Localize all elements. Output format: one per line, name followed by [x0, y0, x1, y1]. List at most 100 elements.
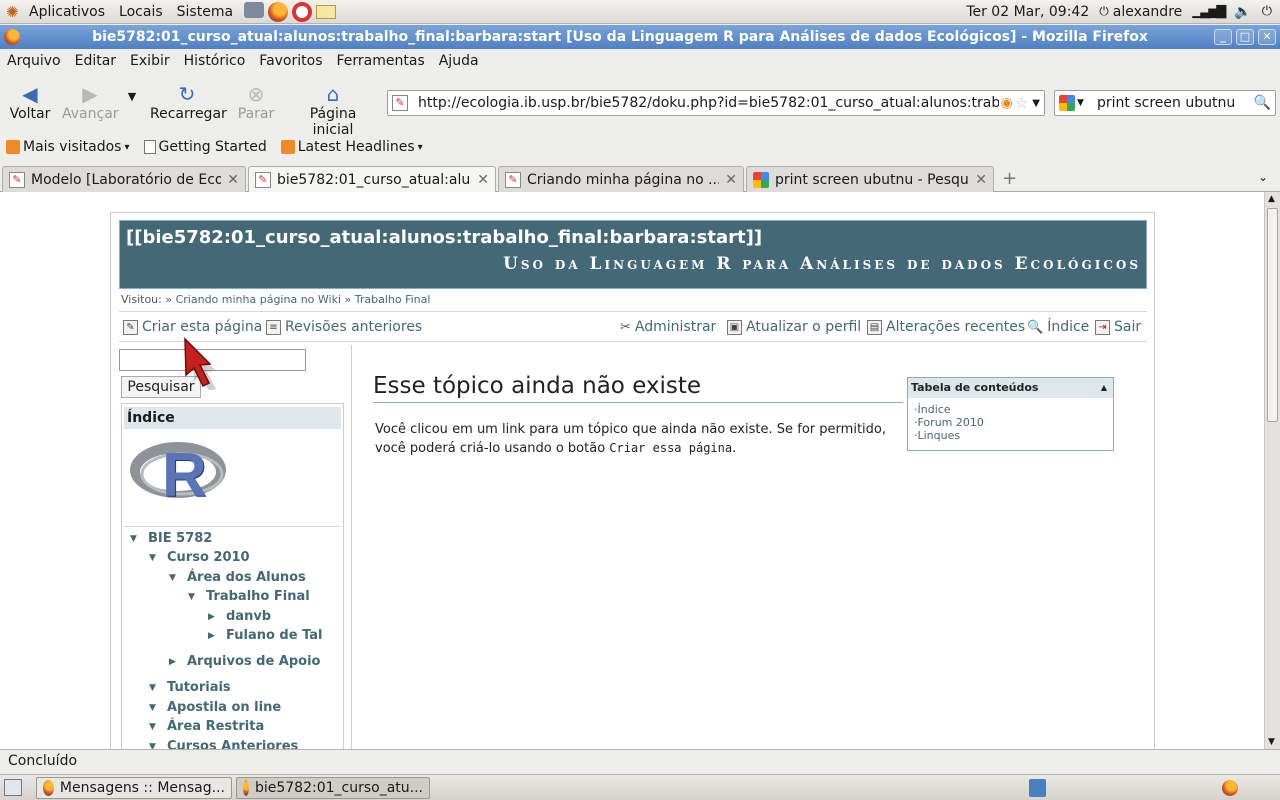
scroll-up-icon[interactable]: ▲: [1268, 194, 1275, 204]
close-tab-icon[interactable]: ✕: [975, 172, 987, 188]
toc-item[interactable]: ·Linques: [914, 429, 1113, 442]
forward-button[interactable]: ▶ Avançar: [62, 82, 119, 122]
menu-bookmarks[interactable]: Favoritos: [252, 53, 329, 69]
toc-link[interactable]: Linques: [918, 429, 961, 442]
tab-bie5782-active[interactable]: ✎ bie5782:01_curso_atual:alu... ✕: [248, 166, 496, 193]
collapse-triangle-icon[interactable]: ▲: [1101, 378, 1107, 398]
menu-applications[interactable]: Aplicativos: [22, 4, 112, 20]
url-text[interactable]: http://ecologia.ib.usp.br/bie5782/doku.p…: [418, 95, 999, 111]
bookmark-most-visited[interactable]: Mais visitados ▾: [0, 139, 138, 155]
site-title[interactable]: Uso da Linguagem R para Análises de dado…: [503, 254, 1141, 274]
scroll-down-icon[interactable]: ▼: [1268, 737, 1275, 747]
tree-item-arquivos-apoio[interactable]: ▶ Arquivos de Apoio: [169, 654, 321, 669]
mouse-cursor-icon: [184, 337, 216, 390]
new-tab-plus-icon[interactable]: +: [1002, 168, 1017, 189]
power-status-icon[interactable]: ⏻: [1262, 4, 1272, 19]
breadcrumb-separator: »: [165, 293, 176, 306]
toc-link[interactable]: Índice: [918, 403, 951, 416]
minimize-button[interactable]: _: [1214, 29, 1232, 45]
tab-list-chevron-down-icon[interactable]: ⌄: [1258, 170, 1268, 184]
menu-places[interactable]: Locais: [112, 4, 170, 20]
task-mensagens[interactable]: Mensagens :: Mensag...: [36, 777, 232, 799]
close-tab-icon[interactable]: ✕: [477, 172, 489, 188]
menu-system[interactable]: Sistema: [170, 4, 240, 20]
bookmark-getting-started[interactable]: Getting Started: [138, 139, 275, 155]
scroll-thumb[interactable]: [1267, 208, 1278, 422]
mail-launcher-icon[interactable]: [316, 4, 337, 19]
caret-down-icon: ▼: [149, 682, 156, 693]
toc-item[interactable]: ·Forum 2010: [914, 416, 1113, 429]
tree-item-fulano[interactable]: ▶ Fulano de Tal: [208, 628, 323, 643]
close-window-button[interactable]: ✕: [1258, 29, 1276, 45]
close-tab-icon[interactable]: ✕: [227, 172, 239, 188]
tree-item-trabalho-final[interactable]: ▼ Trabalho Final: [188, 589, 310, 604]
network-launcher-icon[interactable]: [244, 1, 265, 18]
stop-button[interactable]: ⊗ Parar: [237, 82, 275, 122]
task-bie5782[interactable]: bie5782:01_curso_atu...: [236, 777, 430, 799]
recent-changes-button[interactable]: ▤ Alterações recentes: [867, 319, 1025, 335]
index-button[interactable]: 🔍 Índice: [1027, 319, 1089, 335]
page-heading: Esse tópico ainda não existe: [373, 373, 702, 399]
tree-item-tutoriais[interactable]: ▼ Tutoriais: [149, 680, 231, 695]
tree-item-cursos-anteriores[interactable]: ▼ Cursos Anteriores: [149, 739, 298, 749]
history-dropdown-button[interactable]: ▼: [124, 88, 140, 104]
trash-icon[interactable]: [1029, 779, 1046, 797]
breadcrumb-item[interactable]: Criando minha página no Wiki: [176, 293, 341, 306]
menu-help[interactable]: Ajuda: [432, 53, 486, 69]
breadcrumb-item[interactable]: Trabalho Final: [355, 293, 431, 306]
google-engine-icon[interactable]: ▼: [1055, 95, 1089, 111]
firefox-launcher-icon[interactable]: [268, 1, 289, 22]
show-desktop-icon[interactable]: [4, 779, 22, 796]
menu-view[interactable]: Exibir: [123, 53, 177, 69]
breadcrumb-separator: »: [344, 293, 355, 306]
toc-item[interactable]: ·Índice: [914, 403, 1113, 416]
page-id-link[interactable]: [[bie5782:01_curso_atual:alunos:trabalho…: [126, 227, 762, 248]
workspace-switcher-icon[interactable]: [1222, 780, 1238, 796]
menu-edit[interactable]: Editar: [68, 53, 123, 69]
admin-button[interactable]: ✂ Administrar: [620, 319, 716, 335]
vertical-scrollbar[interactable]: ▲ ▼: [1264, 192, 1280, 749]
tab-modelo[interactable]: ✎ Modelo [Laboratório de Eco... ✕: [2, 166, 246, 192]
url-bar[interactable]: ✎ http://ecologia.ib.usp.br/bie5782/doku…: [387, 90, 1045, 116]
reload-button[interactable]: ↻ Recarregar: [150, 82, 227, 122]
tab-print-screen-search[interactable]: print screen ubutnu - Pesqu... ✕: [746, 166, 994, 192]
menu-tools[interactable]: Ferramentas: [330, 53, 432, 69]
gnome-top-panel: ✺ Aplicativos Locais Sistema Ter 02 Mar,…: [0, 0, 1280, 24]
url-dropdown-icon[interactable]: ▼: [1028, 98, 1044, 109]
toc-header[interactable]: Tabela de conteúdos ▲: [908, 378, 1113, 398]
old-revisions-button[interactable]: ≡ Revisões anteriores: [266, 319, 422, 335]
tree-item-bie5782[interactable]: ▼ BIE 5782: [130, 531, 212, 546]
close-tab-icon[interactable]: ✕: [725, 172, 737, 188]
search-icon[interactable]: 🔍: [1254, 95, 1275, 111]
tab-criando-pagina[interactable]: ✎ Criando minha página no ... ✕: [498, 166, 744, 192]
tree-item-curso-2010[interactable]: ▼ Curso 2010: [149, 550, 250, 565]
bookmark-star-icon[interactable]: ☆: [1015, 94, 1028, 112]
update-profile-button[interactable]: ▣ Atualizar o perfil: [727, 319, 861, 335]
logout-button[interactable]: ⇥ Sair: [1095, 319, 1141, 335]
chevron-down-icon: ▾: [417, 141, 423, 153]
maximize-button[interactable]: □: [1236, 29, 1254, 45]
create-page-button[interactable]: ✎ Criar esta página: [123, 319, 262, 335]
back-button[interactable]: ◀ Voltar: [8, 82, 52, 122]
help-launcher-icon[interactable]: [292, 1, 313, 22]
menu-file[interactable]: Arquivo: [0, 53, 68, 69]
tree-item-area-restrita[interactable]: ▼ Área Restrita: [149, 719, 264, 734]
bookmark-latest-headlines[interactable]: Latest Headlines ▾: [275, 139, 431, 155]
menu-history[interactable]: Histórico: [177, 53, 253, 69]
volume-icon[interactable]: 🔈: [1234, 4, 1251, 20]
home-button[interactable]: ⌂ Página inicial: [288, 82, 378, 138]
tree-item-danvb[interactable]: ▶ danvb: [208, 609, 271, 624]
clock[interactable]: Ter 02 Mar, 09:42: [966, 4, 1089, 20]
toc-link[interactable]: Forum 2010: [918, 416, 984, 429]
tree-item-area-alunos[interactable]: ▼ Área dos Alunos: [169, 570, 306, 585]
tree-item-apostila[interactable]: ▼ Apostila on line: [149, 700, 281, 715]
user-switcher[interactable]: ⏻ alexandre: [1099, 4, 1182, 20]
network-signal-icon[interactable]: ▁▃▅▇: [1192, 4, 1226, 19]
logout-icon: ⇥: [1095, 319, 1110, 335]
window-titlebar[interactable]: bie5782:01_curso_atual:alunos:trabalho_f…: [0, 25, 1280, 49]
search-input[interactable]: print screen ubutnu: [1089, 95, 1254, 111]
rss-icon[interactable]: ◉: [1001, 95, 1013, 111]
search-bar[interactable]: ▼ print screen ubutnu 🔍: [1054, 90, 1276, 116]
firefox-window-icon[interactable]: [4, 29, 20, 45]
gnome-foot-icon[interactable]: ✺: [0, 3, 22, 21]
